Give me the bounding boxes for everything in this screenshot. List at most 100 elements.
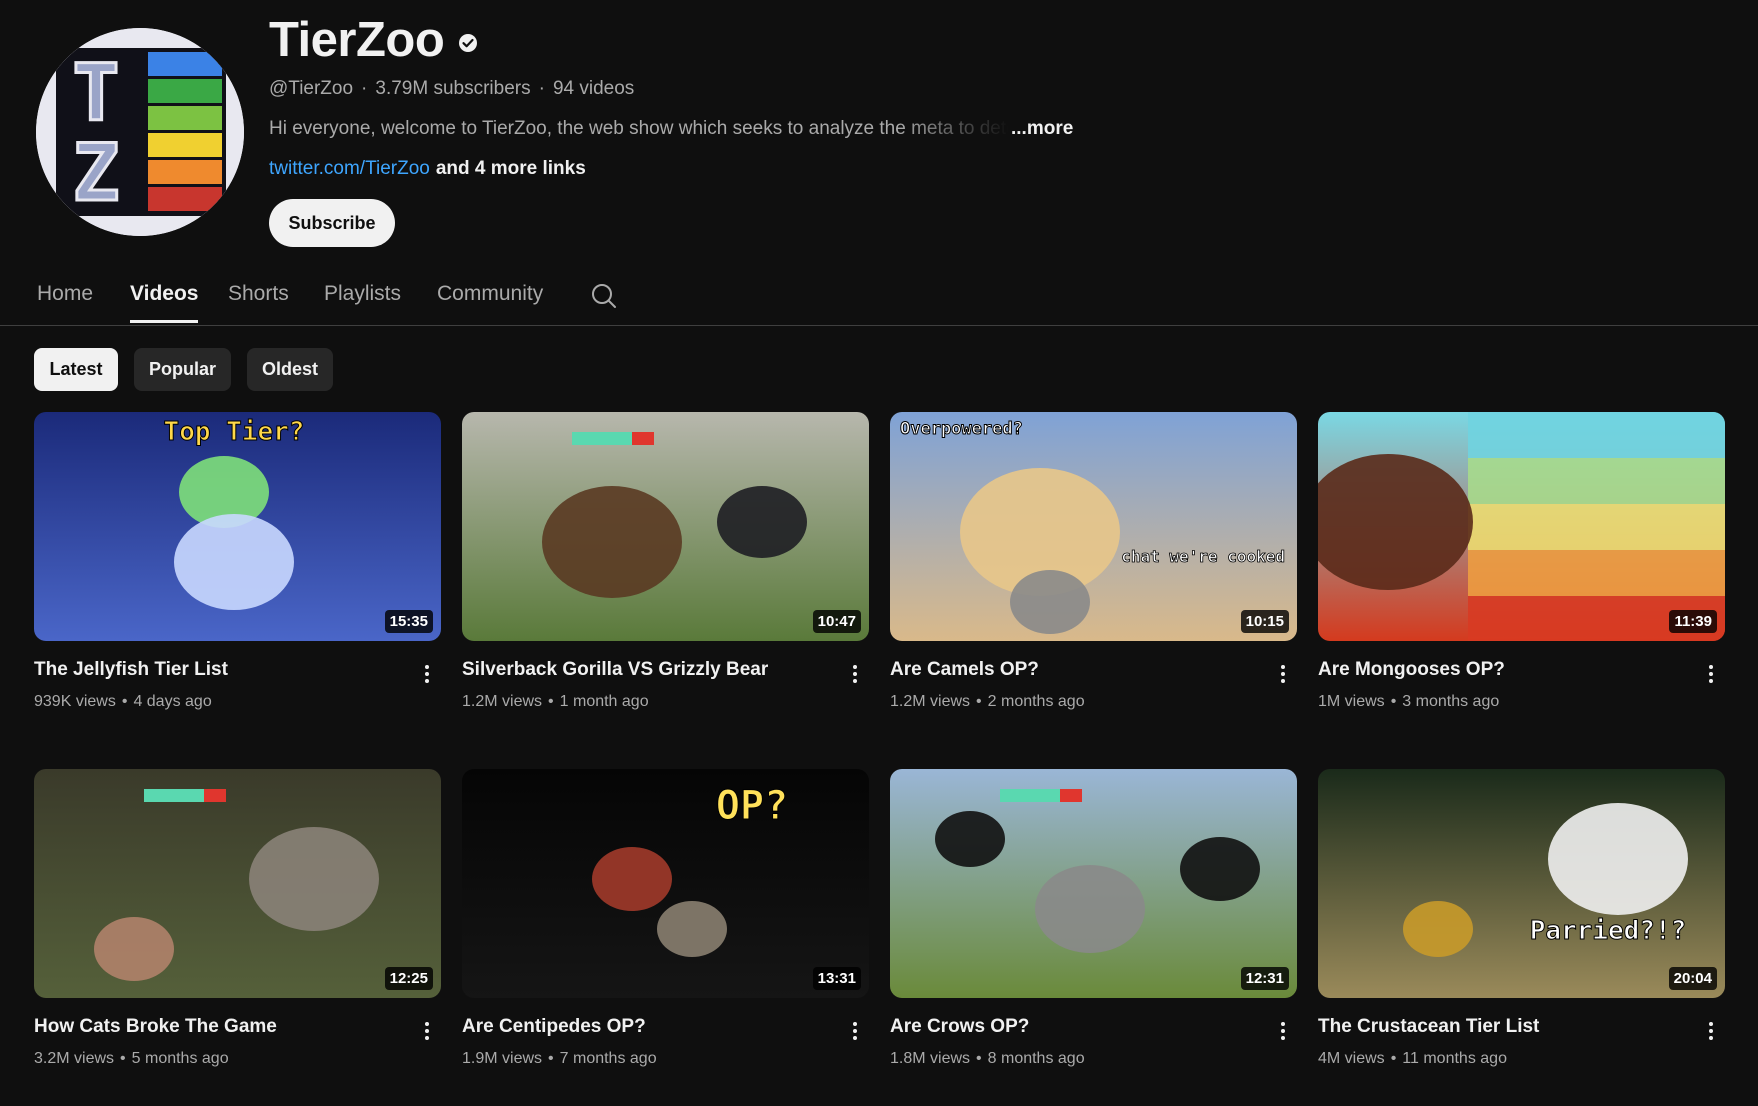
video-thumbnail[interactable]: 10:47 xyxy=(462,412,869,641)
more-actions-icon[interactable] xyxy=(843,660,867,688)
description-text: Hi everyone, welcome to TierZoo, the web… xyxy=(269,118,1009,139)
tab-home[interactable]: Home xyxy=(37,282,93,320)
health-bar xyxy=(204,789,226,802)
more-actions-icon[interactable] xyxy=(1699,1017,1723,1045)
duration-badge: 10:15 xyxy=(1240,610,1289,633)
video-title[interactable]: Are Camels OP? xyxy=(890,659,1250,681)
video-card[interactable]: Top Tier? 15:35 The Jellyfish Tier List … xyxy=(34,412,441,710)
tier-bar xyxy=(148,133,222,157)
tier-stripe xyxy=(1468,412,1725,458)
tab-playlists[interactable]: Playlists xyxy=(324,282,401,320)
health-bar xyxy=(144,789,204,802)
chip-latest[interactable]: Latest xyxy=(34,348,118,391)
video-thumbnail[interactable]: OP? 13:31 xyxy=(462,769,869,998)
subject-shape xyxy=(935,811,1005,867)
tab-shorts[interactable]: Shorts xyxy=(228,282,289,320)
tab-community[interactable]: Community xyxy=(437,282,543,320)
video-card[interactable]: 12:31 Are Crows OP? 1.8M views • 8 month… xyxy=(890,769,1297,1067)
more-actions-icon[interactable] xyxy=(1271,660,1295,688)
thumbnail-art-icon: Top Tier? xyxy=(34,412,441,641)
video-thumbnail[interactable]: Parried?!? 20:04 xyxy=(1318,769,1725,998)
video-meta: 1M views • 3 months ago xyxy=(1318,693,1499,711)
subject-shape xyxy=(542,486,682,598)
tier-stripe xyxy=(1468,504,1725,550)
duration-badge: 11:39 xyxy=(1669,610,1717,633)
description-more-link[interactable]: ...more xyxy=(1011,118,1073,140)
subject-shape xyxy=(657,901,727,957)
more-actions-icon[interactable] xyxy=(843,1017,867,1045)
thumbnail-overlay-text: OP? xyxy=(716,783,788,829)
subject-shape xyxy=(174,514,294,610)
video-thumbnail[interactable]: 12:25 xyxy=(34,769,441,998)
video-meta: 1.2M views • 2 months ago xyxy=(890,693,1085,711)
thumbnail-overlay-text: chat we're cooked xyxy=(1121,547,1285,566)
channel-meta: @TierZoo · 3.79M subscribers · 94 videos xyxy=(269,78,634,100)
video-card[interactable]: Overpowered? chat we're cooked 10:15 Are … xyxy=(890,412,1297,710)
video-card[interactable]: Parried?!? 20:04 The Crustacean Tier Lis… xyxy=(1318,769,1725,1067)
channel-header: T Z TierZoo @TierZoo · 3.79M subscribers… xyxy=(0,0,1758,250)
upload-age: 3 months ago xyxy=(1402,693,1500,710)
video-card[interactable]: OP? 13:31 Are Centipedes OP? 1.9M views … xyxy=(462,769,869,1067)
tier-stripe xyxy=(1468,550,1725,596)
tier-bar xyxy=(148,187,222,211)
video-title[interactable]: Are Crows OP? xyxy=(890,1016,1250,1038)
more-links-button[interactable]: and 4 more links xyxy=(436,158,586,180)
meta-bullet: • xyxy=(1390,1050,1397,1067)
health-bar xyxy=(1060,789,1082,802)
subject-shape xyxy=(717,486,807,558)
duration-badge: 10:47 xyxy=(812,610,861,633)
video-card[interactable]: 11:39 Are Mongooses OP? 1M views • 3 mon… xyxy=(1318,412,1725,710)
view-count: 1.2M views xyxy=(890,693,971,710)
view-count: 4M views xyxy=(1318,1050,1385,1067)
chip-oldest[interactable]: Oldest xyxy=(247,348,333,391)
video-card[interactable]: 12:25 How Cats Broke The Game 3.2M views… xyxy=(34,769,441,1067)
upload-age: 5 months ago xyxy=(131,1050,229,1067)
meta-bullet: • xyxy=(120,1050,126,1067)
more-actions-icon[interactable] xyxy=(415,1017,439,1045)
channel-avatar[interactable]: T Z xyxy=(36,28,244,236)
subject-shape xyxy=(1010,570,1090,634)
twitter-link[interactable]: twitter.com/TierZoo xyxy=(269,158,430,180)
channel-description[interactable]: Hi everyone, welcome to TierZoo, the web… xyxy=(269,118,1073,140)
svg-text:Z: Z xyxy=(73,129,120,219)
channel-handle: @TierZoo xyxy=(269,78,354,99)
subject-shape xyxy=(1180,837,1260,901)
channel-name: TierZoo xyxy=(269,12,478,68)
subscribe-button[interactable]: Subscribe xyxy=(269,199,395,247)
video-meta: 939K views • 4 days ago xyxy=(34,693,212,711)
video-title[interactable]: Are Mongooses OP? xyxy=(1318,659,1678,681)
tier-bar xyxy=(148,52,222,76)
more-actions-icon[interactable] xyxy=(415,660,439,688)
chip-popular[interactable]: Popular xyxy=(134,348,231,391)
video-card[interactable]: 10:47 Silverback Gorilla VS Grizzly Bear… xyxy=(462,412,869,710)
upload-age: 7 months ago xyxy=(559,1050,657,1067)
tier-bar xyxy=(148,79,222,103)
video-meta: 4M views • 11 months ago xyxy=(1318,1050,1507,1068)
more-actions-icon[interactable] xyxy=(1271,1017,1295,1045)
video-thumbnail[interactable]: Top Tier? 15:35 xyxy=(34,412,441,641)
video-thumbnail[interactable]: 12:31 xyxy=(890,769,1297,998)
tier-stripe xyxy=(1468,458,1725,504)
view-count: 3.2M views xyxy=(34,1050,115,1067)
tier-bar xyxy=(148,160,222,184)
video-title[interactable]: The Jellyfish Tier List xyxy=(34,659,394,681)
video-title[interactable]: Silverback Gorilla VS Grizzly Bear xyxy=(462,659,822,681)
video-thumbnail[interactable]: Overpowered? chat we're cooked 10:15 xyxy=(890,412,1297,641)
thumbnail-overlay-text: Overpowered? xyxy=(900,419,1023,439)
video-title[interactable]: Are Centipedes OP? xyxy=(462,1016,822,1038)
channel-links: twitter.com/TierZoo and 4 more links xyxy=(269,158,586,180)
subject-shape xyxy=(1548,803,1688,915)
video-thumbnail[interactable]: 11:39 xyxy=(1318,412,1725,641)
upload-age: 1 month ago xyxy=(559,693,649,710)
video-title[interactable]: The Crustacean Tier List xyxy=(1318,1016,1678,1038)
more-actions-icon[interactable] xyxy=(1699,660,1723,688)
subject-shape xyxy=(1035,865,1145,953)
video-count: 94 videos xyxy=(552,78,635,99)
upload-age: 2 months ago xyxy=(987,693,1085,710)
duration-badge: 13:31 xyxy=(812,967,861,990)
meta-separator: · xyxy=(538,78,545,99)
video-meta: 1.8M views • 8 months ago xyxy=(890,1050,1085,1068)
search-icon[interactable] xyxy=(590,282,618,310)
tab-videos[interactable]: Videos xyxy=(130,282,199,323)
video-title[interactable]: How Cats Broke The Game xyxy=(34,1016,394,1038)
